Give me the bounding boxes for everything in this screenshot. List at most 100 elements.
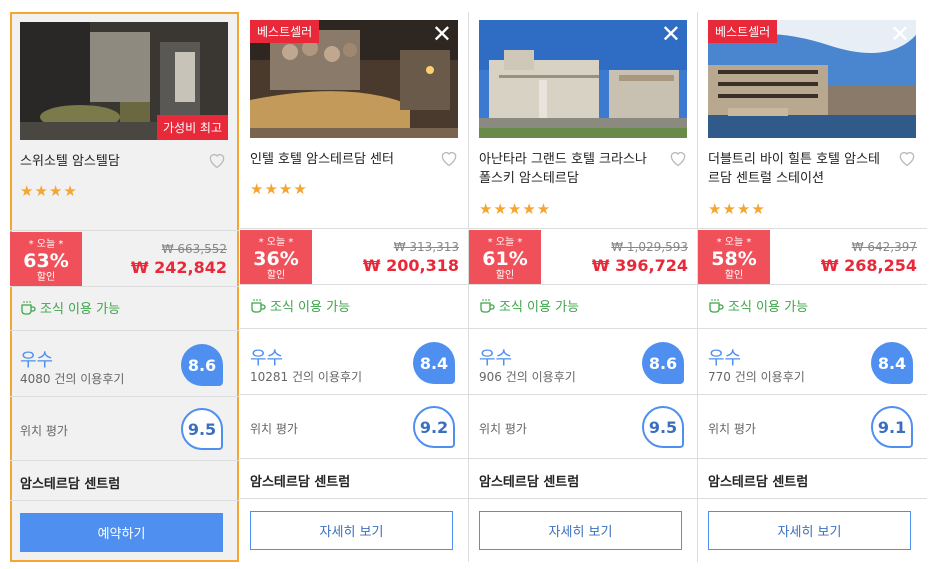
discount-badge: * 오늘 * 61% 할인	[469, 230, 541, 284]
hotel-area: 암스테르담 센트럼	[479, 475, 580, 490]
hotel-name[interactable]: 더블트리 바이 힐튼 호텔 암스테르담 센트럴 스테이션	[708, 150, 886, 188]
review-grade: 우수	[479, 348, 513, 369]
book-button[interactable]: 예약하기	[20, 513, 223, 552]
discount-label: 할인	[36, 272, 56, 283]
star-rating: ★★★★★	[479, 200, 552, 218]
row-divider	[10, 460, 239, 461]
hotel-photo[interactable]: ✕	[479, 20, 687, 138]
hotel-card-doubletree[interactable]: 베스트셀러 ✕ 더블트리 바이 힐튼 호텔 암스테르담 센트럴 스테이션 ★★★…	[698, 12, 927, 562]
row-divider	[240, 394, 469, 395]
breakfast-label: 조식 이용 가능	[728, 300, 809, 315]
discount-label: 할인	[495, 270, 515, 281]
star-rating: ★★★★	[20, 182, 78, 200]
row-divider	[469, 328, 698, 329]
details-button[interactable]: 자세히 보기	[708, 511, 911, 550]
review-count[interactable]: 906 건의 이용후기	[479, 368, 576, 385]
review-score-badge: 8.4	[413, 342, 455, 384]
star-rating: ★★★★	[250, 180, 308, 198]
row-divider	[698, 394, 927, 395]
hotel-photo[interactable]: 가성비 최고	[20, 22, 228, 140]
star-rating: ★★★★	[708, 200, 766, 218]
breakfast-info: 조식 이용 가능	[479, 296, 579, 315]
location-score-badge: 9.5	[181, 408, 223, 450]
today-label: * 오늘 *	[258, 237, 294, 248]
heart-icon[interactable]	[668, 148, 688, 168]
breakfast-info: 조식 이용 가능	[708, 296, 808, 315]
location-label: 위치 평가	[20, 424, 68, 438]
bestseller-badge: 베스트셀러	[250, 20, 320, 43]
coffee-cup-icon	[480, 298, 495, 313]
original-price: ₩ 663,552	[161, 242, 227, 256]
discount-percent: 58%	[711, 248, 757, 270]
location-label: 위치 평가	[479, 422, 527, 436]
review-count[interactable]: 10281 건의 이용후기	[250, 368, 362, 385]
row-divider	[698, 328, 927, 329]
breakfast-label: 조식 이용 가능	[499, 300, 580, 315]
location-label: 위치 평가	[708, 422, 756, 436]
coffee-cup-icon	[21, 300, 36, 315]
row-divider	[469, 498, 698, 499]
row-divider	[10, 286, 239, 287]
hotel-card-inntel[interactable]: 베스트셀러 ✕ 인텔 호텔 암스테르담 센터 ★★★★ * 오늘 * 36% 할…	[240, 12, 469, 562]
original-price: ₩ 1,029,593	[611, 240, 688, 254]
today-label: * 오늘 *	[28, 239, 64, 250]
review-count[interactable]: 770 건의 이용후기	[708, 368, 805, 385]
row-divider	[698, 498, 927, 499]
best-value-badge: 가성비 최고	[156, 115, 228, 140]
hotel-photo[interactable]: 베스트셀러 ✕	[708, 20, 916, 138]
close-icon[interactable]: ✕	[432, 22, 452, 46]
close-icon[interactable]: ✕	[661, 22, 681, 46]
discount-label: 할인	[724, 270, 744, 281]
discount-badge: * 오늘 * 36% 할인	[240, 230, 312, 284]
row-divider	[469, 458, 698, 459]
review-grade: 우수	[708, 348, 742, 369]
review-score-badge: 8.6	[642, 342, 684, 384]
coffee-cup-icon	[709, 298, 724, 313]
heart-icon[interactable]	[897, 148, 917, 168]
location-score-badge: 9.2	[413, 406, 455, 448]
heart-icon[interactable]	[207, 150, 227, 170]
breakfast-label: 조식 이용 가능	[40, 302, 121, 317]
coffee-cup-icon	[251, 298, 266, 313]
details-button[interactable]: 자세히 보기	[479, 511, 682, 550]
hotel-name[interactable]: 스위소텔 암스텔담	[20, 152, 198, 171]
sale-price: ₩ 200,318	[362, 256, 459, 275]
hotel-area: 암스테르담 센트럼	[250, 475, 351, 490]
hotel-name[interactable]: 아난타라 그랜드 호텔 크라스나폴스키 암스테르담	[479, 150, 657, 188]
row-divider	[240, 284, 469, 285]
row-divider	[10, 500, 239, 501]
hotel-card-anantara[interactable]: ✕ 아난타라 그랜드 호텔 크라스나폴스키 암스테르담 ★★★★★ * 오늘 *…	[469, 12, 698, 562]
row-divider	[469, 284, 698, 285]
row-divider	[469, 228, 698, 229]
breakfast-info: 조식 이용 가능	[250, 296, 350, 315]
row-divider	[240, 328, 469, 329]
hotel-comparison: 가성비 최고 스위소텔 암스텔담 ★★★★ * 오늘 * 63% 할인 ₩ 66…	[0, 0, 933, 569]
original-price: ₩ 642,397	[851, 240, 917, 254]
row-divider	[240, 458, 469, 459]
discount-badge: * 오늘 * 58% 할인	[698, 230, 770, 284]
row-divider	[698, 228, 927, 229]
discount-label: 할인	[266, 270, 286, 281]
details-button[interactable]: 자세히 보기	[250, 511, 453, 550]
row-divider	[240, 228, 469, 229]
location-score-badge: 9.5	[642, 406, 684, 448]
heart-icon[interactable]	[439, 148, 459, 168]
today-label: * 오늘 *	[487, 237, 523, 248]
review-score-badge: 8.4	[871, 342, 913, 384]
discount-percent: 63%	[23, 250, 69, 272]
row-divider	[698, 458, 927, 459]
today-label: * 오늘 *	[716, 237, 752, 248]
sale-price: ₩ 242,842	[130, 258, 227, 277]
hotel-photo[interactable]: 베스트셀러 ✕	[250, 20, 458, 138]
location-label: 위치 평가	[250, 422, 298, 436]
close-icon[interactable]: ✕	[890, 22, 910, 46]
discount-badge: * 오늘 * 63% 할인	[10, 232, 82, 286]
breakfast-label: 조식 이용 가능	[270, 300, 351, 315]
bestseller-badge: 베스트셀러	[708, 20, 778, 43]
sale-price: ₩ 396,724	[591, 256, 688, 275]
hotel-card-swissotel[interactable]: 가성비 최고 스위소텔 암스텔담 ★★★★ * 오늘 * 63% 할인 ₩ 66…	[10, 12, 239, 562]
hotel-name[interactable]: 인텔 호텔 암스테르담 센터	[250, 150, 428, 169]
row-divider	[698, 284, 927, 285]
sale-price: ₩ 268,254	[820, 256, 917, 275]
review-count[interactable]: 4080 건의 이용후기	[20, 370, 124, 387]
